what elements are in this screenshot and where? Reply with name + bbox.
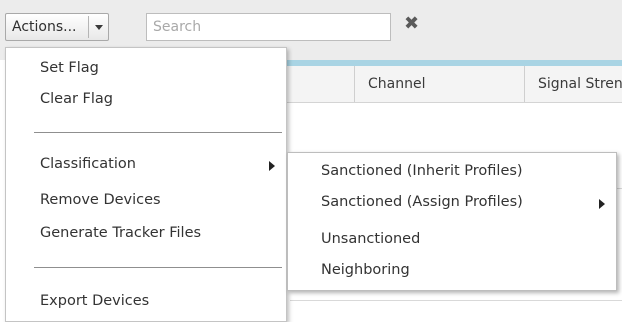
menu-item-label: Unsanctioned	[321, 231, 421, 247]
clear-search-icon[interactable]: ✖	[404, 13, 419, 34]
submenu-item-sanctioned-assign[interactable]: Sanctioned (Assign Profiles)	[288, 191, 616, 215]
submenu-item-neighboring[interactable]: Neighboring	[288, 259, 616, 283]
menu-item-label: Remove Devices	[40, 192, 161, 208]
menu-item-label: Generate Tracker Files	[40, 225, 202, 241]
actions-dropdown-button[interactable]: Actions...	[5, 13, 109, 41]
menu-item-label: Export Devices	[40, 293, 150, 309]
menu-item-clear-flag[interactable]: Clear Flag	[6, 88, 286, 112]
table-header: Channel Signal Strength	[270, 66, 622, 103]
menu-item-label: Sanctioned (Assign Profiles)	[321, 194, 523, 210]
column-header-channel[interactable]: Channel	[368, 76, 425, 92]
actions-button-label: Actions...	[12, 19, 77, 35]
menu-item-label: Classification	[40, 156, 136, 172]
column-header-signal-strength[interactable]: Signal Strength	[538, 76, 622, 92]
menu-separator	[34, 267, 282, 268]
menu-item-label: Clear Flag	[40, 91, 113, 107]
actions-menu: Set Flag Clear Flag Classification Remov…	[5, 47, 287, 322]
menu-item-classification[interactable]: Classification	[6, 153, 286, 177]
menu-separator	[34, 132, 282, 133]
classification-submenu: Sanctioned (Inherit Profiles) Sanctioned…	[287, 152, 617, 291]
chevron-down-icon[interactable]	[95, 25, 103, 30]
menu-item-generate-tracker-files[interactable]: Generate Tracker Files	[6, 222, 286, 246]
submenu-arrow-icon	[269, 161, 275, 171]
menu-item-set-flag[interactable]: Set Flag	[6, 57, 286, 81]
menu-item-label: Sanctioned (Inherit Profiles)	[321, 163, 523, 179]
submenu-item-unsanctioned[interactable]: Unsanctioned	[288, 228, 616, 252]
menu-item-remove-devices[interactable]: Remove Devices	[6, 189, 286, 213]
menu-item-export-devices[interactable]: Export Devices	[6, 290, 286, 314]
menu-item-label: Set Flag	[40, 60, 99, 76]
column-divider[interactable]	[524, 66, 525, 102]
submenu-arrow-icon	[599, 199, 605, 209]
menu-item-label: Neighboring	[321, 262, 410, 278]
submenu-item-sanctioned-inherit[interactable]: Sanctioned (Inherit Profiles)	[288, 160, 616, 184]
table-row-divider	[290, 300, 622, 301]
search-input[interactable]	[146, 13, 391, 41]
actions-button-divider	[88, 16, 89, 38]
column-divider[interactable]	[354, 66, 355, 102]
